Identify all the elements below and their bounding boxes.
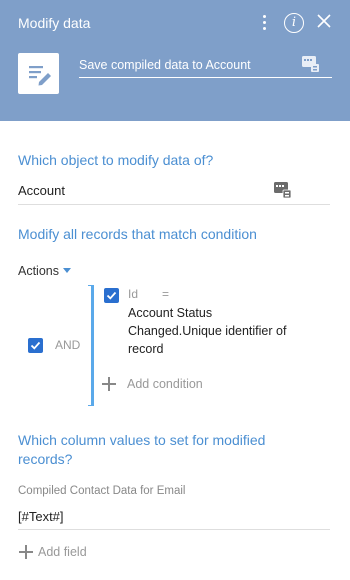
condition-operator[interactable]: = — [162, 287, 169, 301]
chevron-down-icon — [63, 268, 71, 273]
object-value[interactable]: Account — [18, 183, 65, 198]
group-bracket-bottom — [88, 405, 94, 406]
condition-checkbox[interactable] — [104, 288, 119, 303]
object-field-underline — [18, 204, 330, 205]
field-value-underline — [18, 529, 330, 530]
condition-column[interactable]: Id — [128, 287, 138, 301]
group-bracket — [91, 285, 94, 406]
process-element-name-input[interactable]: Save compiled data to Account — [79, 57, 332, 78]
object-section-title: Which object to modify data of? — [18, 152, 214, 168]
add-condition-link[interactable]: Add condition — [127, 377, 203, 391]
add-field-link[interactable]: Add field — [38, 545, 87, 559]
field-value-input[interactable]: [#Text#] — [18, 509, 64, 524]
header-panel: Modify data i Save compiled data to Acco… — [0, 0, 350, 121]
page-title: Modify data — [18, 15, 91, 31]
plus-icon — [102, 377, 116, 391]
field-label: Compiled Contact Data for Email — [18, 485, 186, 497]
condition-value[interactable]: Account Status Changed.Unique identifier… — [128, 304, 308, 358]
group-checkbox[interactable] — [28, 338, 43, 353]
group-operator[interactable]: AND — [55, 338, 80, 352]
values-section-title: Which column values to set for modified … — [18, 432, 266, 467]
actions-label: Actions — [18, 264, 59, 278]
condition-section-title: Modify all records that match condition — [18, 226, 257, 242]
parameter-icon[interactable] — [274, 182, 292, 199]
plus-icon — [19, 545, 33, 559]
info-icon[interactable]: i — [284, 13, 304, 33]
process-element-icon — [18, 53, 59, 94]
actions-dropdown[interactable]: Actions — [18, 264, 71, 278]
more-vertical-icon[interactable] — [259, 12, 271, 34]
process-element-name: Save compiled data to Account — [79, 58, 251, 72]
parameter-icon[interactable] — [302, 56, 319, 72]
close-icon[interactable] — [316, 13, 332, 29]
